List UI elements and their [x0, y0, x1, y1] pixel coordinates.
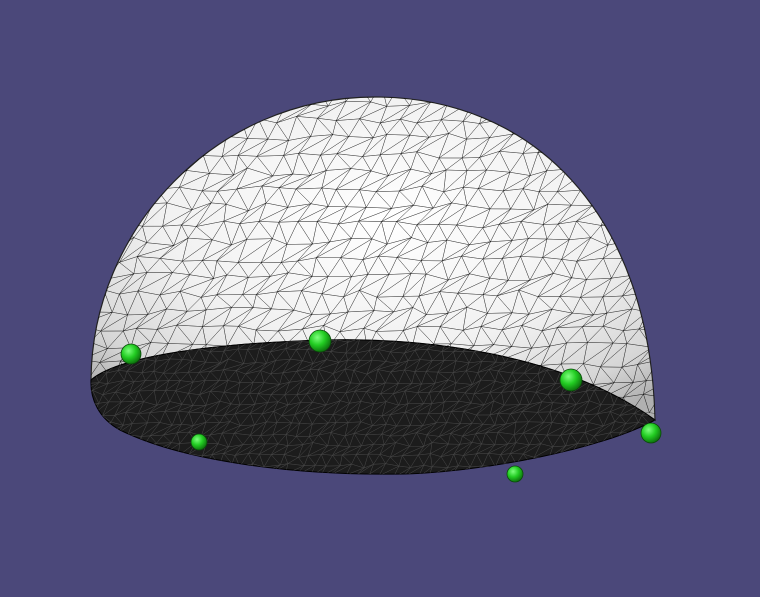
marker-point[interactable] [640, 422, 662, 444]
marker-point[interactable] [559, 368, 583, 392]
scene-canvas[interactable] [0, 0, 760, 597]
marker-point[interactable] [506, 465, 524, 483]
marker-point[interactable] [190, 433, 208, 451]
3d-viewport[interactable] [0, 0, 760, 597]
marker-point[interactable] [308, 329, 332, 353]
marker-point[interactable] [120, 343, 142, 365]
